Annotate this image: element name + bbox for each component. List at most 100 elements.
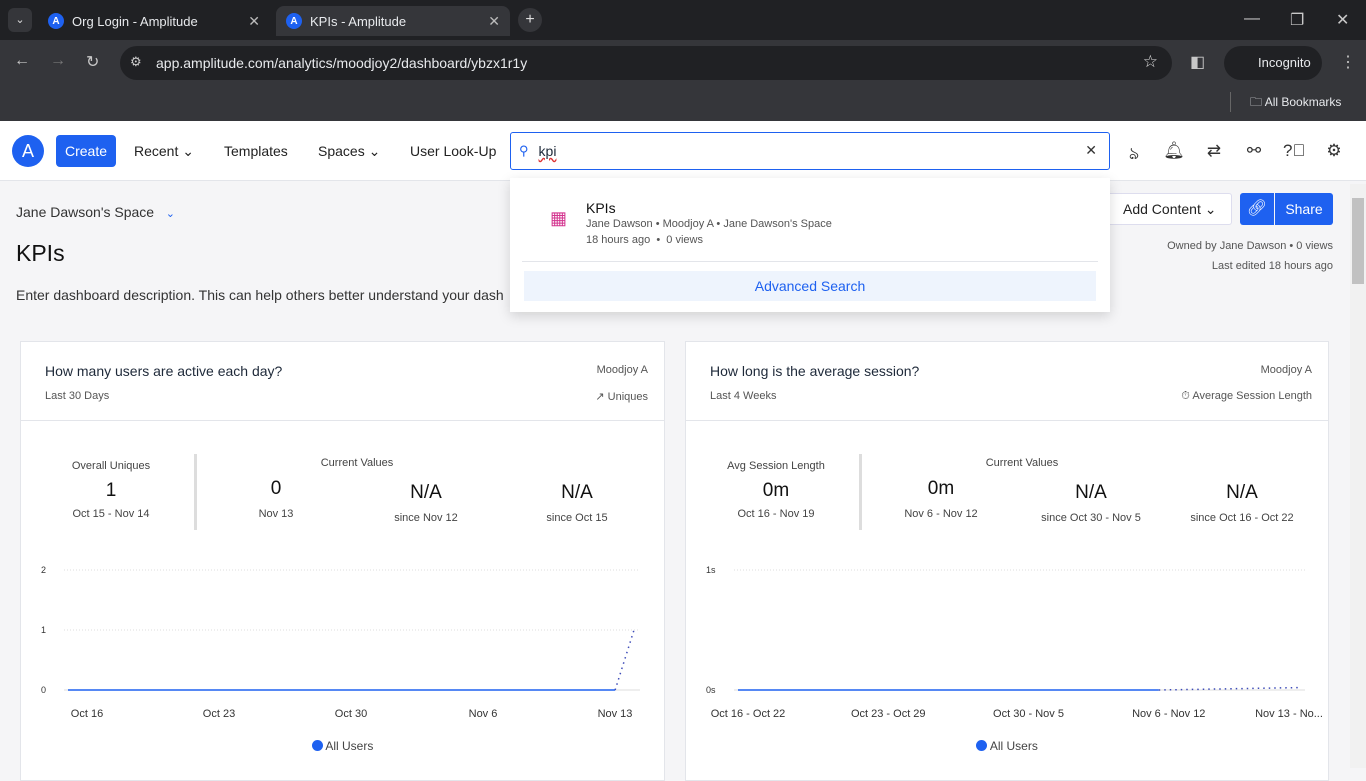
copy-link-button[interactable]: 🔗︎ [1240, 193, 1274, 225]
current-value-sub: Nov 6 - Nov 12 [904, 508, 978, 520]
current-value: N/A [1226, 482, 1258, 503]
folder-icon: 🗀 [1250, 95, 1265, 109]
x-tick-label: Oct 16 - Oct 22 [711, 708, 786, 720]
amplitude-favicon: A [286, 13, 302, 29]
chart-card-active-users[interactable]: How many users are active each day? Mood… [20, 341, 665, 781]
all-bookmarks[interactable]: 🗀 All Bookmarks [1250, 93, 1341, 114]
user-lookup-link[interactable]: User Look-Up [410, 121, 496, 181]
bookmark-star-icon[interactable]: ☆ [1143, 52, 1158, 72]
metric-type: ⏱ Average Session Length [1181, 390, 1312, 402]
releases-icon[interactable]: ঌ [1123, 141, 1145, 163]
close-tab-icon[interactable]: ✕ [488, 13, 500, 30]
search-results-dropdown: ▦ KPIs Jane Dawson • Moodjoy A • Jane Da… [510, 178, 1110, 312]
x-tick-label: Nov 6 [469, 708, 498, 720]
search-icon: ⚲ [519, 143, 529, 158]
restore-button[interactable]: ❐ [1290, 10, 1304, 30]
line-chart: 0s 1s Oct 16 - Oct 22 Oct 23 - Oct 29 Oct 30… [706, 565, 1323, 720]
legend-marker [976, 740, 988, 751]
app-header: A Create Recent ⌄ Templates Spaces ⌄ Use… [0, 121, 1366, 181]
y-tick-label: 1 [41, 625, 46, 635]
x-tick-label: Oct 23 - Oct 29 [851, 708, 926, 720]
spaces-menu[interactable]: Spaces ⌄ [318, 121, 380, 181]
reload-button[interactable]: ↻ [86, 52, 99, 72]
metric-type: ↗ Uniques [595, 391, 648, 403]
browser-tab-strip: ⌄ A Org Login - Amplitude ✕ A KPIs - Amplit… [0, 0, 1366, 40]
settings-gear-icon[interactable]: ⚙ [1323, 141, 1345, 163]
metric-icon: ↗ [595, 391, 605, 403]
project-name: Moodjoy A [596, 364, 648, 376]
dashboard-icon: ▦ [550, 208, 568, 228]
close-tab-icon[interactable]: ✕ [248, 13, 260, 30]
amplitude-favicon: A [48, 13, 64, 29]
add-content-button[interactable]: Add Content ⌄ [1096, 193, 1232, 225]
current-value: N/A [1075, 482, 1107, 503]
bookmarks-bar: 🗀 All Bookmarks [0, 86, 1366, 121]
minimize-button[interactable]: — [1244, 10, 1260, 28]
overall-range: Oct 15 - Nov 14 [72, 508, 150, 520]
project-name: Moodjoy A [1260, 364, 1312, 376]
y-tick-label: 0s [706, 685, 716, 695]
amplitude-logo[interactable]: A [12, 135, 44, 167]
side-panel-icon[interactable]: ◧ [1190, 52, 1205, 72]
clear-search-icon[interactable]: ✕ [1085, 142, 1097, 159]
card-title[interactable]: How many users are active each day? [45, 363, 282, 379]
series-line-incomplete [614, 629, 635, 691]
search-result-item[interactable]: ▦ KPIs Jane Dawson • Moodjoy A • Jane Da… [510, 186, 1110, 256]
site-info-icon[interactable]: ⚙ [130, 54, 142, 70]
current-value-sub: Nov 13 [258, 508, 294, 520]
help-icon[interactable]: ?⃝ [1283, 141, 1305, 163]
tab-search-button[interactable]: ⌄ [8, 8, 32, 32]
address-bar[interactable]: ⚙ app.amplitude.com/analytics/moodjoy2/d… [120, 46, 1172, 80]
recent-menu[interactable]: Recent ⌄ [134, 121, 194, 181]
space-selector[interactable]: Jane Dawson's Space ⌄ [16, 204, 175, 220]
templates-link[interactable]: Templates [224, 121, 288, 181]
date-range: Last 30 Days [45, 390, 110, 402]
scrollbar[interactable] [1350, 184, 1366, 768]
card-title[interactable]: How long is the average session? [710, 363, 919, 379]
current-value: 0m [927, 478, 955, 499]
link-icon: 🔗︎ [1246, 200, 1268, 217]
y-tick-label: 2 [41, 565, 46, 575]
line-chart: 0 1 2 Oct 16 Oct 23 Oct 30 Nov 6 Nov 13 [41, 565, 640, 720]
forward-button[interactable]: → [50, 52, 66, 70]
search-input[interactable]: ⚲ kpi ✕ [510, 132, 1110, 170]
create-button[interactable]: Create [56, 135, 116, 167]
share-button[interactable]: Share [1275, 193, 1333, 225]
current-value-sub: since Oct 30 - Nov 5 [1041, 512, 1141, 524]
dashboard-description[interactable]: Enter dashboard description. This can he… [16, 287, 504, 303]
x-tick-label: Nov 13 - No... [1255, 708, 1323, 720]
tab-kpis[interactable]: A KPIs - Amplitude ✕ [276, 6, 510, 36]
close-window-button[interactable]: ✕ [1336, 10, 1349, 30]
tab-org-login[interactable]: A Org Login - Amplitude ✕ [38, 6, 270, 36]
current-values-label: Current Values [985, 457, 1059, 469]
legend: All Users [686, 739, 1328, 753]
legend-marker [311, 740, 323, 751]
new-tab-button[interactable]: + [518, 8, 542, 32]
y-tick-label: 0 [41, 685, 46, 695]
advanced-search-button[interactable]: Advanced Search [524, 271, 1096, 301]
overall-label: Avg Session Length [727, 460, 825, 472]
incognito-indicator[interactable]: Incognito [1224, 46, 1322, 80]
browser-menu-icon[interactable]: ⋮ [1340, 52, 1356, 72]
data-icon[interactable]: ⚯ [1243, 141, 1265, 163]
current-value-sub: since Nov 12 [394, 512, 458, 524]
current-value: N/A [410, 482, 442, 503]
chart-card-session-length[interactable]: How long is the average session? Moodjoy… [685, 341, 1329, 781]
overall-value: 1 [105, 480, 117, 501]
overall-label: Overall Uniques [71, 460, 151, 472]
page-title: KPIs [16, 240, 65, 266]
legend: All Users [21, 739, 664, 753]
back-button[interactable]: ← [14, 52, 30, 70]
x-tick-label: Oct 30 [335, 708, 367, 720]
notifications-bell-icon[interactable]: 🔔︎ [1163, 141, 1185, 163]
y-tick-label: 1s [706, 565, 716, 575]
last-edited: Last edited 18 hours ago [1211, 260, 1333, 272]
browser-toolbar: ← → ↻ ⚙ app.amplitude.com/analytics/mood… [0, 40, 1366, 86]
chevron-down-icon: ⌄ [368, 142, 381, 159]
chevron-down-icon: ⌄ [182, 142, 194, 159]
metric-icon: ⏱ [1181, 390, 1190, 402]
x-tick-label: Oct 23 [203, 708, 235, 720]
sync-icon[interactable]: ⇄ [1203, 141, 1225, 163]
current-value-sub: since Oct 16 - Oct 22 [1190, 512, 1294, 524]
owner-info: Owned by Jane Dawson • 0 views [1167, 240, 1333, 252]
